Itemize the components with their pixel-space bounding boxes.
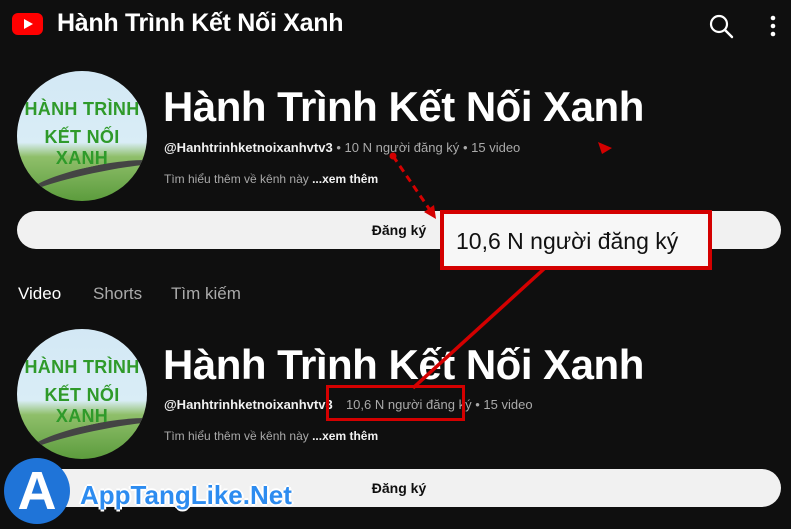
dashed-arrow-head xyxy=(424,205,436,219)
arrow-origin-dot xyxy=(389,152,397,160)
highlight-subscriber-box xyxy=(326,385,465,421)
watermark-text: AppTangLike.Net xyxy=(80,480,292,510)
highlight-zoom-box: 10,6 N người đăng ký xyxy=(440,210,712,270)
dashed-arrow-line xyxy=(391,155,434,214)
watermark-logo: A xyxy=(4,458,70,524)
highlight-text: 10,6 N người đăng ký xyxy=(456,228,679,254)
connector-line xyxy=(411,266,547,390)
watermark-letter: A xyxy=(17,461,57,521)
pointer-mark xyxy=(598,142,612,154)
